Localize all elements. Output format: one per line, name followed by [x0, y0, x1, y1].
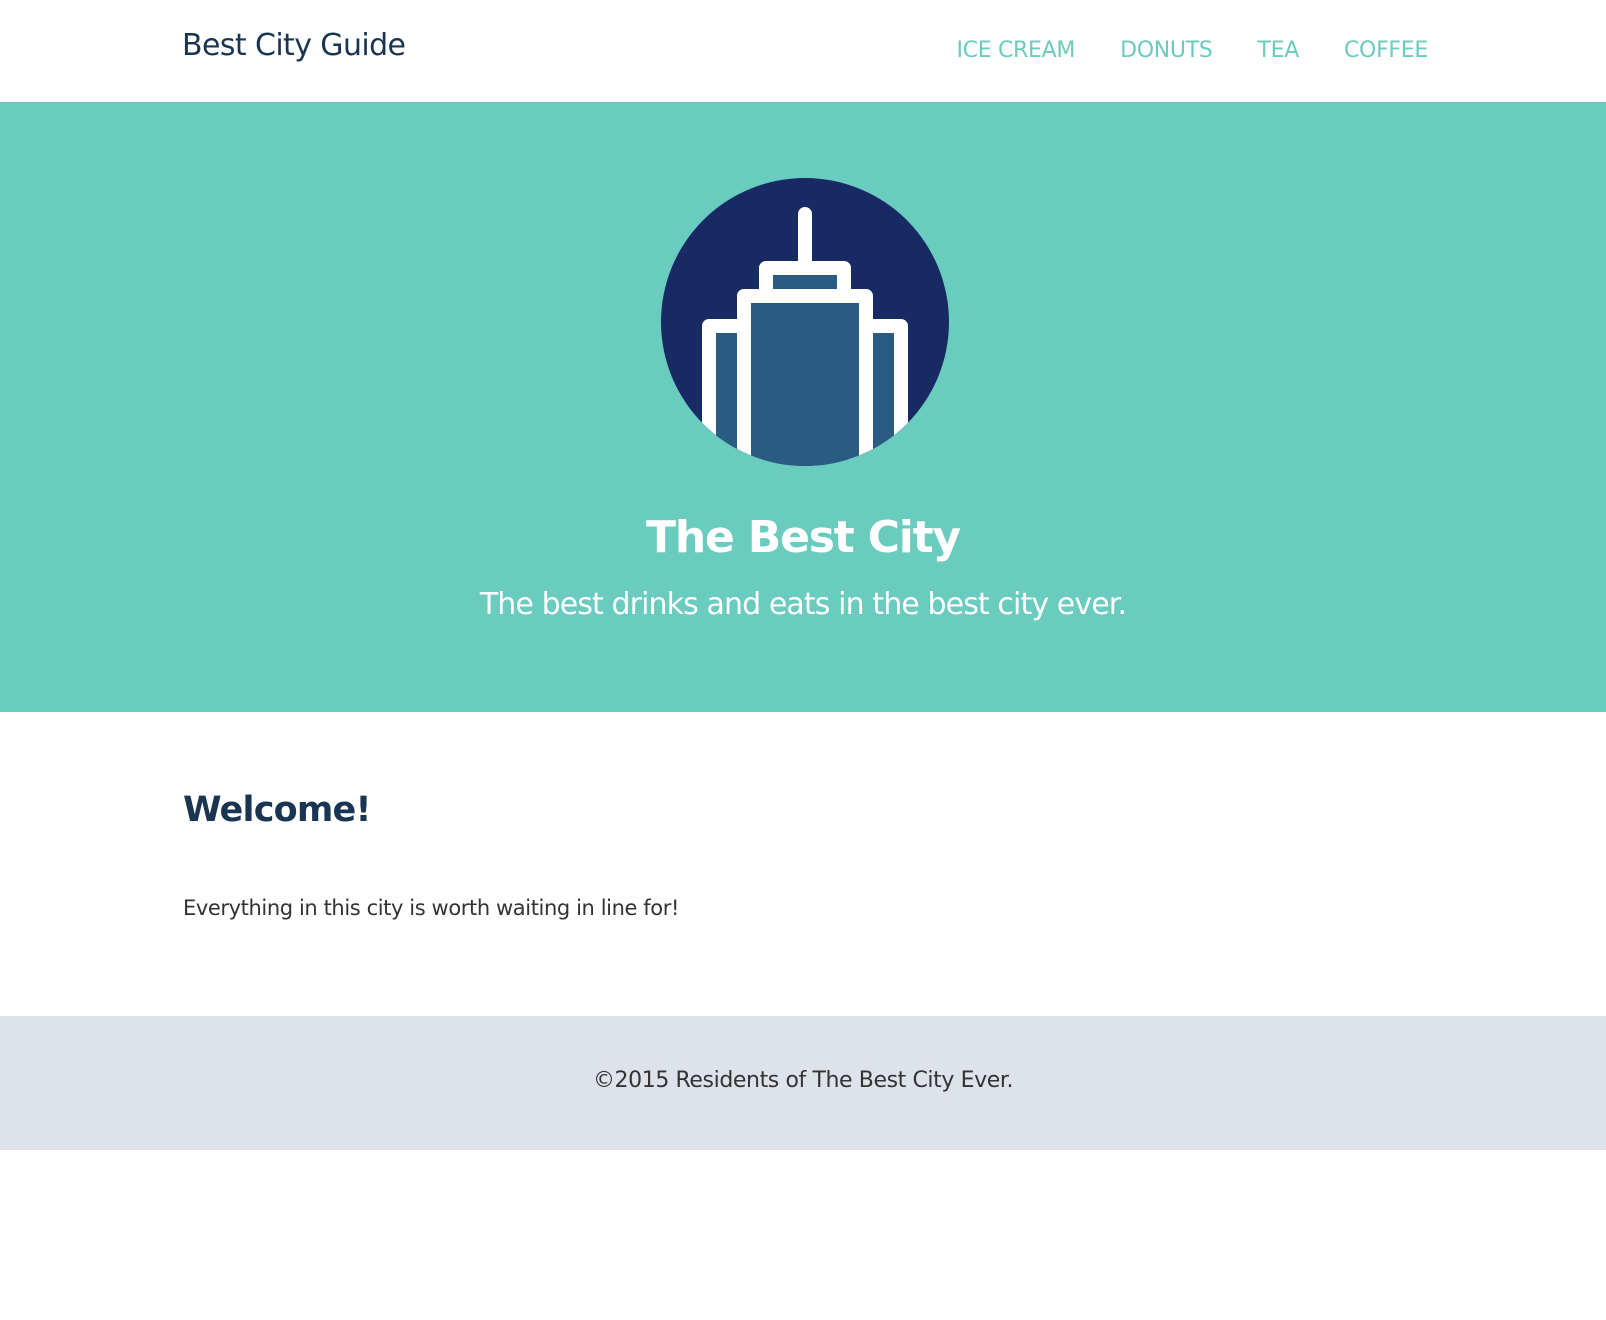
page-footer: ©2015 Residents of The Best City Ever.	[0, 1016, 1606, 1150]
navbar: Best City Guide ICE CREAM DONUTS TEA COF…	[0, 0, 1606, 102]
nav-link-coffee[interactable]: COFFEE	[1344, 38, 1428, 63]
welcome-text: Everything in this city is worth waiting…	[183, 896, 679, 920]
nav-link-donuts[interactable]: DONUTS	[1120, 38, 1213, 63]
copyright-text: ©2015 Residents of The Best City Ever.	[592, 1068, 1014, 1093]
welcome-heading: Welcome!	[183, 790, 371, 830]
hero-subtitle: The best drinks and eats in the best cit…	[479, 587, 1127, 622]
brand-link[interactable]: Best City Guide	[182, 28, 406, 63]
nav-menu: ICE CREAM DONUTS TEA COFFEE	[956, 38, 1428, 63]
skyscraper-logo-icon	[661, 178, 949, 466]
hero-banner: The Best City The best drinks and eats i…	[0, 102, 1606, 712]
nav-link-ice-cream[interactable]: ICE CREAM	[956, 38, 1075, 63]
nav-link-tea[interactable]: TEA	[1258, 38, 1300, 63]
hero-title: The Best City	[646, 512, 961, 563]
